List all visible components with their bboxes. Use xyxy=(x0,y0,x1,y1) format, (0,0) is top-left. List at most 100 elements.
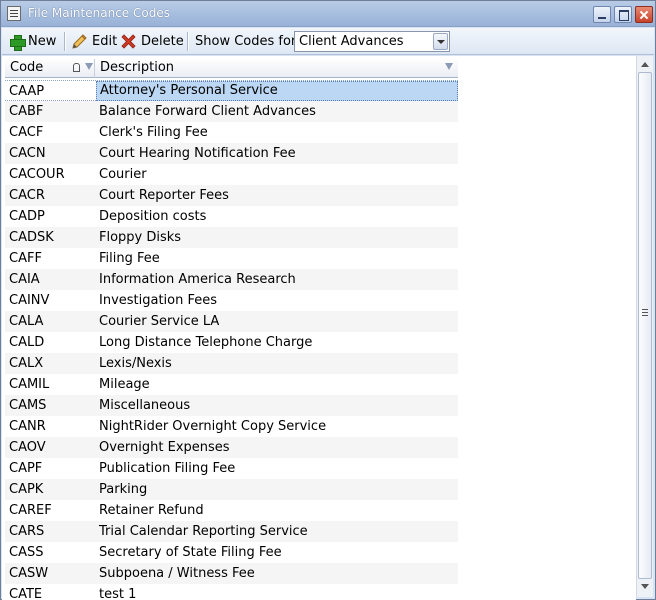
table-row[interactable]: CAIA Information America Research xyxy=(5,269,458,290)
table-row[interactable]: CADSK Floppy Disks xyxy=(5,227,458,248)
toolbar-separator xyxy=(187,32,188,51)
cell-description: Publication Filing Fee xyxy=(99,461,236,476)
cell-description: Miscellaneous xyxy=(99,398,191,413)
table-row[interactable]: CAFF Filing Fee xyxy=(5,248,458,269)
delete-x-icon xyxy=(121,34,136,49)
column-header-description-label: Description xyxy=(100,60,175,75)
cell-description: NightRider Overnight Copy Service xyxy=(99,419,327,434)
cell-code: CAREF xyxy=(9,503,52,518)
table-row[interactable]: CALA Courier Service LA xyxy=(5,311,458,332)
scrollbar-thumb[interactable] xyxy=(638,72,652,579)
cell-code: CADSK xyxy=(9,230,54,245)
table-row[interactable]: CAAP Attorney's Personal Service xyxy=(5,80,458,101)
table-row[interactable]: CARS Trial Calendar Reporting Service xyxy=(5,521,458,542)
cell-code: CALD xyxy=(9,335,45,350)
minimize-button[interactable] xyxy=(593,6,611,23)
cell-code: CATE xyxy=(9,587,43,600)
scroll-down-arrow-icon[interactable] xyxy=(641,584,649,589)
cell-description: test 1 xyxy=(99,587,137,600)
cell-code: CAPF xyxy=(9,461,43,476)
show-codes-dropdown[interactable]: Client Advances xyxy=(294,31,450,52)
table-row[interactable]: CAPK Parking xyxy=(5,479,458,500)
table-row[interactable]: CASS Secretary of State Filing Fee xyxy=(5,542,458,563)
cell-code: CAINV xyxy=(9,293,50,308)
cell-description: Secretary of State Filing Fee xyxy=(99,545,282,560)
cell-code: CADP xyxy=(9,209,45,224)
app-document-icon xyxy=(7,6,21,21)
table-row[interactable]: CADP Deposition costs xyxy=(5,206,458,227)
maximize-button[interactable] xyxy=(614,6,632,23)
cell-code: CAOV xyxy=(9,440,46,455)
new-button[interactable]: New xyxy=(10,31,56,52)
cell-code: CASS xyxy=(9,545,44,560)
table-row[interactable]: CABF Balance Forward Client Advances xyxy=(5,101,458,122)
codes-grid: Code Description CAAP Attorney's Personal… xyxy=(2,56,636,600)
cell-code: CASW xyxy=(9,566,49,581)
window-title: File Maintenance Codes xyxy=(28,6,170,20)
table-row[interactable]: CAMIL Mileage xyxy=(5,374,458,395)
cell-description: Attorney's Personal Service xyxy=(96,81,458,101)
table-row[interactable]: CALX Lexis/Nexis xyxy=(5,353,458,374)
table-row[interactable]: CACR Court Reporter Fees xyxy=(5,185,458,206)
chevron-down-icon[interactable] xyxy=(433,33,448,50)
cell-code: CACN xyxy=(9,146,46,161)
table-row[interactable]: CANR NightRider Overnight Copy Service xyxy=(5,416,458,437)
cell-code: CARS xyxy=(9,524,45,539)
scroll-up-arrow-icon[interactable] xyxy=(641,62,649,67)
vertical-scrollbar[interactable] xyxy=(636,56,653,597)
cell-description: Trial Calendar Reporting Service xyxy=(99,524,308,539)
file-maintenance-codes-window: File Maintenance Codes New Edit Delete S… xyxy=(0,0,656,600)
cell-code: CACR xyxy=(9,188,45,203)
column-header-description[interactable]: Description xyxy=(95,59,458,78)
table-row[interactable]: CAOV Overnight Expenses xyxy=(5,437,458,458)
cell-code: CAIA xyxy=(9,272,40,287)
edit-button[interactable]: Edit xyxy=(70,31,117,52)
table-row[interactable]: CACOUR Courier xyxy=(5,164,458,185)
cell-code: CAFF xyxy=(9,251,42,266)
filter-icon[interactable] xyxy=(445,63,453,70)
cell-code: CAAP xyxy=(9,84,45,99)
delete-button[interactable]: Delete xyxy=(120,31,184,52)
cell-description: Information America Research xyxy=(99,272,296,287)
table-row[interactable]: CALD Long Distance Telephone Charge xyxy=(5,332,458,353)
table-row[interactable]: CASW Subpoena / Witness Fee xyxy=(5,563,458,584)
table-row[interactable]: CAREF Retainer Refund xyxy=(5,500,458,521)
table-row[interactable]: CAMS Miscellaneous xyxy=(5,395,458,416)
table-row[interactable]: CACF Clerk's Filing Fee xyxy=(5,122,458,143)
plus-icon xyxy=(10,34,26,51)
cell-code: CANR xyxy=(9,419,46,434)
grid-header: Code Description xyxy=(5,59,458,78)
table-row[interactable]: CAINV Investigation Fees xyxy=(5,290,458,311)
cell-description: Deposition costs xyxy=(99,209,207,224)
cell-description: Filing Fee xyxy=(99,251,160,266)
cell-description: Long Distance Telephone Charge xyxy=(99,335,313,350)
new-label: New xyxy=(28,34,57,49)
toolbar: New Edit Delete Show Codes for Client Ad… xyxy=(2,28,654,55)
cell-description: Subpoena / Witness Fee xyxy=(99,566,255,581)
table-row[interactable]: CACN Court Hearing Notification Fee xyxy=(5,143,458,164)
show-codes-label: Show Codes for xyxy=(195,34,297,49)
filter-icon[interactable] xyxy=(85,63,93,70)
cell-description: Parking xyxy=(99,482,148,497)
grid-rows: CAAP Attorney's Personal Service CABF Balan… xyxy=(5,80,458,600)
cell-code: CALA xyxy=(9,314,44,329)
cell-code: CACOUR xyxy=(9,167,65,182)
cell-description: Overnight Expenses xyxy=(99,440,230,455)
table-row[interactable]: CAPF Publication Filing Fee xyxy=(5,458,458,479)
column-header-code[interactable]: Code xyxy=(5,59,95,78)
cell-description: Mileage xyxy=(99,377,150,392)
close-button[interactable] xyxy=(635,6,653,23)
cell-code: CAPK xyxy=(9,482,44,497)
cell-description: Courier xyxy=(99,167,147,182)
cell-description: Retainer Refund xyxy=(99,503,204,518)
cell-description: Floppy Disks xyxy=(99,230,182,245)
cell-description: Court Reporter Fees xyxy=(99,188,229,203)
cell-description: Lexis/Nexis xyxy=(99,356,172,371)
table-row[interactable]: CATE test 1 xyxy=(5,584,458,600)
pencil-icon xyxy=(72,33,87,49)
cell-code: CAMIL xyxy=(9,377,50,392)
delete-label: Delete xyxy=(141,34,184,49)
title-bar[interactable]: File Maintenance Codes xyxy=(1,1,655,27)
show-codes-value: Client Advances xyxy=(299,34,404,49)
cell-code: CALX xyxy=(9,356,44,371)
